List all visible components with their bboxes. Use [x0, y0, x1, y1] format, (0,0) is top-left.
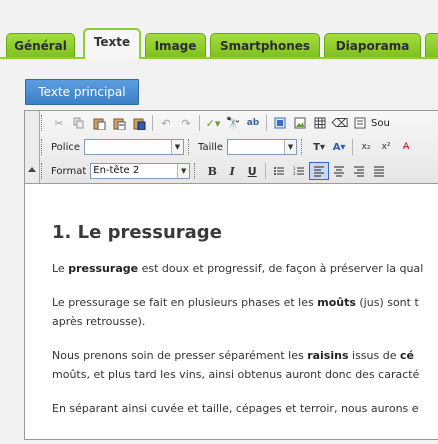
- text-run: Le: [52, 262, 69, 275]
- align-left-icon[interactable]: [309, 162, 330, 180]
- bold-run: pressurage: [68, 262, 139, 275]
- toolbar-grip[interactable]: [41, 139, 45, 155]
- paragraph-line: En séparant ainsi cuvée et taille, cépag…: [52, 402, 419, 415]
- bold-icon[interactable]: B: [202, 162, 222, 180]
- content-heading: 1. Le pressurage: [52, 222, 222, 243]
- table-icon[interactable]: [310, 114, 330, 132]
- text-run: Nous prenons soin de presser séparément …: [52, 349, 308, 362]
- chevron-down-icon[interactable]: ▼: [177, 164, 190, 178]
- toolbar-grip[interactable]: [41, 115, 45, 131]
- editor-content[interactable]: 1. Le pressurage Le pressurage est doux …: [25, 184, 438, 444]
- paste-icon[interactable]: [89, 114, 109, 132]
- toolbar-separator: [152, 115, 153, 131]
- bold-run: cé: [399, 349, 414, 362]
- paragraph-1: Le pressurage est doux et progressif, de…: [52, 259, 423, 278]
- text-run: (jus) sont t: [355, 296, 419, 309]
- italic-icon[interactable]: I: [222, 162, 242, 180]
- police-select[interactable]: ▼: [84, 139, 184, 155]
- paragraph-line: moûts, et plus tard les vins, ainsi obte…: [52, 368, 420, 381]
- toolbar-separator: [265, 163, 267, 179]
- tab-bar: Général Texte Image Smartphones Diaporam…: [0, 0, 438, 59]
- paragraph-2: Le pressurage se fait en plusieurs phase…: [52, 293, 419, 331]
- format-select[interactable]: En-tête 2 ▼: [90, 163, 191, 179]
- toolbar-row-3: Format En-tête 2 ▼ B I U 12: [41, 160, 389, 182]
- subscript-icon[interactable]: x₂: [356, 138, 376, 156]
- texte-principal-button[interactable]: Texte principal: [25, 79, 139, 105]
- editor-toolbar: ✂ ↶ ↷ ✓▾ 🔭 ab ⌫ Sou Police ▼ Taille ▼ T▾…: [25, 111, 438, 184]
- chevron-down-icon[interactable]: ▼: [171, 140, 183, 154]
- text-run: est doux et progressif, de façon à prése…: [138, 262, 424, 275]
- copy-icon[interactable]: [69, 114, 89, 132]
- image-icon[interactable]: [290, 114, 310, 132]
- tab-smartphones[interactable]: Smartphones: [210, 33, 320, 57]
- police-label: Police: [51, 141, 80, 153]
- align-center-icon[interactable]: [329, 162, 349, 180]
- toolbar-row-1: ✂ ↶ ↷ ✓▾ 🔭 ab ⌫ Sou: [41, 112, 394, 134]
- superscript-icon[interactable]: x²: [376, 138, 396, 156]
- taille-select[interactable]: ▼: [227, 139, 298, 155]
- paragraph-line: après retrousse).: [52, 315, 146, 328]
- bg-color-icon[interactable]: A▾: [329, 138, 349, 156]
- chevron-down-icon[interactable]: ▼: [284, 140, 297, 154]
- select-all-icon[interactable]: [270, 114, 290, 132]
- source-icon[interactable]: [350, 114, 370, 132]
- source-label[interactable]: Sou: [371, 118, 390, 129]
- cut-icon[interactable]: ✂: [49, 114, 69, 132]
- replace-icon[interactable]: ab: [243, 114, 263, 132]
- align-right-icon[interactable]: [349, 162, 369, 180]
- svg-text:2: 2: [293, 171, 296, 176]
- toolbar-grip[interactable]: [41, 163, 45, 179]
- find-icon[interactable]: 🔭: [223, 114, 243, 132]
- taille-label: Taille: [198, 141, 224, 153]
- toolbar-row-2: Police ▼ Taille ▼ T▾ A▾ x₂ x² A̶: [41, 136, 416, 158]
- align-justify-icon[interactable]: [369, 162, 389, 180]
- toolbar-grip[interactable]: [301, 139, 305, 155]
- tab-image[interactable]: Image: [145, 33, 206, 57]
- toolbar-grip[interactable]: [194, 163, 198, 179]
- spellcheck-icon[interactable]: ✓▾: [203, 114, 223, 132]
- paragraph-4: En séparant ainsi cuvée et taille, cépag…: [52, 399, 419, 418]
- clear-format-icon[interactable]: A̶: [396, 138, 416, 156]
- tab-general[interactable]: Général: [6, 33, 75, 57]
- toolbar-separator: [266, 115, 267, 131]
- list-icon[interactable]: [269, 162, 289, 180]
- tab-diaporama[interactable]: Diaporama: [324, 33, 421, 57]
- paragraph-line: Nous prenons soin de presser séparément …: [52, 346, 419, 365]
- text-run: Le pressurage se fait en plusieurs phase…: [52, 296, 318, 309]
- format-label: Format: [51, 165, 87, 177]
- rich-text-editor: ✂ ↶ ↷ ✓▾ 🔭 ab ⌫ Sou Police ▼ Taille ▼ T▾…: [24, 110, 438, 440]
- paste-word-icon[interactable]: [129, 114, 149, 132]
- bold-run: raisins: [307, 349, 349, 362]
- ordered-list-icon[interactable]: 12: [289, 162, 309, 180]
- tab-overflow[interactable]: [425, 33, 438, 57]
- remove-format-icon[interactable]: ⌫: [330, 114, 350, 132]
- toolbar-collapse-handle[interactable]: [25, 111, 40, 183]
- undo-icon[interactable]: ↶: [156, 114, 176, 132]
- toolbar-grip[interactable]: [188, 139, 192, 155]
- paragraph-line: Le pressurage se fait en plusieurs phase…: [52, 293, 419, 312]
- tab-underline: [0, 57, 438, 59]
- text-run: issus de: [348, 349, 400, 362]
- text-color-icon[interactable]: T▾: [309, 138, 329, 156]
- paste-text-icon[interactable]: [109, 114, 129, 132]
- underline-icon[interactable]: U: [242, 162, 262, 180]
- tab-texte[interactable]: Texte: [83, 28, 141, 59]
- bold-run: moûts: [317, 296, 356, 309]
- toolbar-separator: [352, 139, 354, 155]
- paragraph-3: Nous prenons soin de presser séparément …: [52, 346, 419, 384]
- collapse-arrow-icon: [28, 167, 36, 172]
- toolbar-separator: [199, 115, 200, 131]
- redo-icon[interactable]: ↷: [176, 114, 196, 132]
- format-value: En-tête 2: [93, 165, 140, 176]
